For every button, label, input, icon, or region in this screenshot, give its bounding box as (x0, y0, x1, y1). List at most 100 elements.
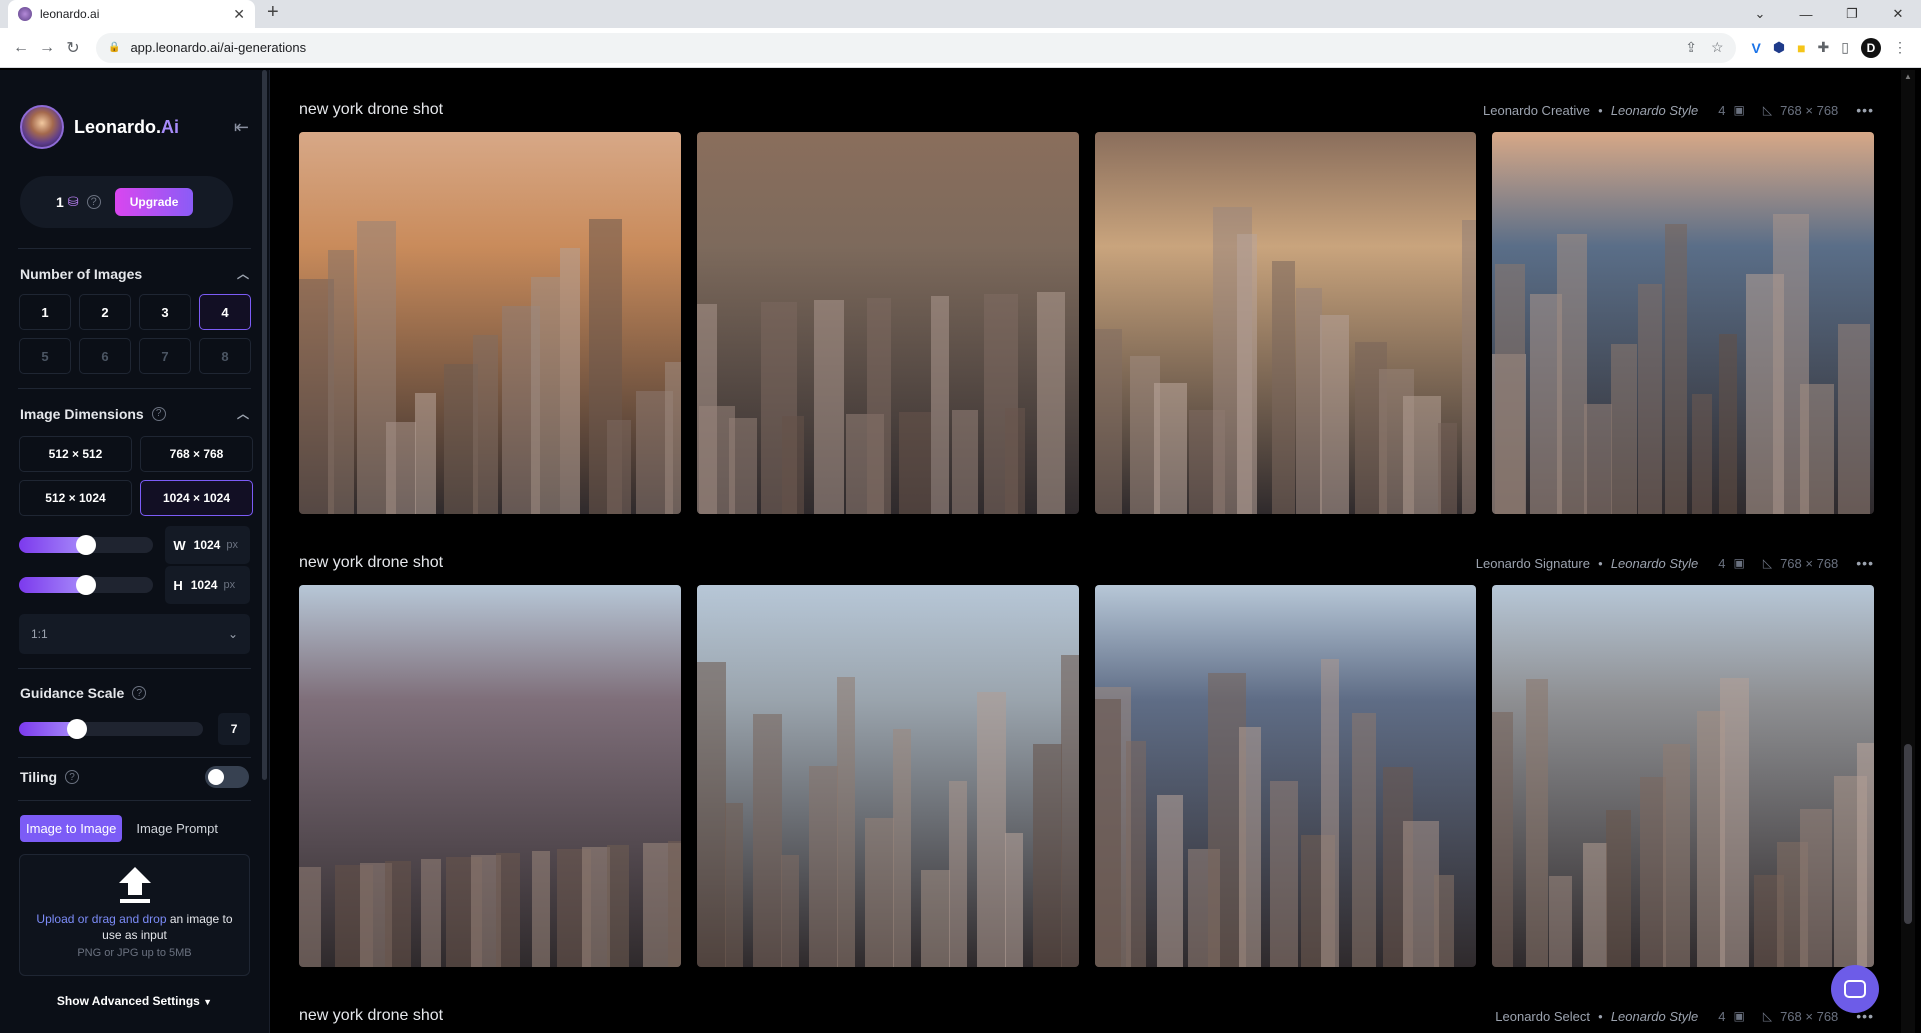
image-count-6[interactable]: 6 (79, 338, 131, 374)
guidance-scale-value[interactable]: 7 (218, 713, 250, 745)
building-shape (1295, 288, 1322, 514)
generated-image[interactable] (1094, 585, 1477, 967)
generated-image[interactable] (299, 132, 681, 514)
browser-menu-icon[interactable]: ⋮ (1893, 39, 1907, 56)
dimension-512x1024[interactable]: 512 × 1024 (19, 480, 132, 516)
lock-icon[interactable]: 🔒 (108, 42, 120, 53)
upgrade-button[interactable]: Upgrade (114, 188, 194, 216)
reload-icon[interactable]: ↻ (60, 38, 86, 58)
image-count-2[interactable]: 2 (79, 294, 131, 330)
tiling-toggle[interactable] (205, 766, 249, 788)
generated-images-row (299, 585, 1874, 967)
building-shape (421, 859, 441, 967)
guidance-scale-slider[interactable] (19, 719, 204, 739)
building-shape (1060, 655, 1079, 967)
scrollbar-thumb[interactable] (1904, 744, 1912, 924)
width-value: 1024 (193, 538, 221, 552)
building-shape (668, 841, 681, 967)
close-window-icon[interactable]: ✕ (1875, 6, 1921, 22)
number-of-images-header[interactable]: Number of Images ︿ (0, 265, 269, 282)
width-input[interactable]: W 1024 px (165, 526, 250, 564)
share-icon[interactable]: ⇪ (1685, 39, 1697, 56)
extension-v-icon[interactable]: V (1752, 40, 1761, 56)
chevron-up-icon[interactable]: ︿ (237, 405, 249, 422)
image-count-1[interactable]: 1 (19, 294, 71, 330)
image-upload-dropzone[interactable]: Upload or drag and drop an image to use … (19, 854, 250, 976)
show-advanced-settings-button[interactable]: Show Advanced Settings ▼ (0, 994, 269, 1008)
upload-link[interactable]: Upload or drag and drop (36, 912, 166, 926)
bookmark-star-icon[interactable]: ☆ (1711, 39, 1724, 56)
scroll-up-icon[interactable]: ▲ (1904, 72, 1912, 81)
logo-row: Leonardo.Ai ⇤ (0, 70, 269, 150)
dimension-768x768[interactable]: 768 × 768 (140, 436, 253, 472)
address-bar[interactable]: 🔒 app.leonardo.ai/ai-generations ⇪ ☆ (96, 32, 1736, 63)
generated-image[interactable] (1094, 132, 1477, 514)
slider-thumb[interactable] (75, 575, 96, 595)
height-input[interactable]: H 1024 px (165, 566, 250, 604)
advanced-label: Show Advanced Settings (56, 994, 200, 1008)
slider-thumb[interactable] (67, 719, 87, 739)
generation-prompt[interactable]: new york drone shot (299, 1007, 443, 1025)
building-shape (780, 855, 799, 967)
main-scrollbar[interactable]: ▲ (1901, 70, 1915, 1033)
generation-dimensions: 768 × 768 (1780, 1008, 1839, 1024)
chevron-down-icon[interactable]: ⌄ (228, 627, 238, 641)
building-shape (385, 861, 411, 967)
building-shape (951, 410, 978, 514)
sidebar-scrollbar[interactable] (262, 70, 267, 780)
extensions-puzzle-icon[interactable]: ✚ (1818, 39, 1830, 56)
more-options-icon[interactable]: ••• (1856, 555, 1874, 571)
upload-instructions: Upload or drag and drop an image to use … (35, 911, 235, 943)
profile-avatar[interactable]: D (1861, 37, 1881, 58)
support-chat-button[interactable] (1831, 965, 1879, 1013)
guidance-scale-header: Guidance Scale ? (0, 685, 269, 701)
generated-image[interactable] (696, 132, 1079, 514)
generated-image[interactable] (1492, 585, 1874, 967)
browser-tab[interactable]: leonardo.ai ✕ (8, 0, 255, 28)
chevron-up-icon[interactable]: ︿ (237, 265, 249, 282)
aspect-ratio-select[interactable]: 1:1 ⌄ (19, 614, 250, 654)
side-panel-icon[interactable]: ▯ (1841, 39, 1849, 56)
tab-image-prompt[interactable]: Image Prompt (136, 821, 218, 836)
back-icon[interactable]: ← (8, 39, 34, 57)
browser-toolbar: ← → ↻ 🔒 app.leonardo.ai/ai-generations ⇪… (0, 28, 1921, 68)
dimension-1024x1024[interactable]: 1024 × 1024 (140, 480, 253, 516)
close-tab-icon[interactable]: ✕ (233, 6, 245, 23)
building-shape (1004, 833, 1023, 967)
logo-text[interactable]: Leonardo.Ai (74, 117, 179, 138)
generation-prompt[interactable]: new york drone shot (299, 101, 443, 119)
generated-image[interactable] (299, 585, 681, 967)
tab-image-to-image[interactable]: Image to Image (20, 815, 123, 842)
more-options-icon[interactable]: ••• (1856, 102, 1874, 118)
image-count-4[interactable]: 4 (199, 294, 251, 330)
style-name: Leonardo Style (1610, 555, 1699, 571)
extension-yellow-icon[interactable]: ■ (1797, 40, 1805, 56)
generation-header: new york drone shot Leonardo Signature ●… (299, 551, 1874, 575)
generated-image[interactable] (696, 585, 1079, 967)
width-slider[interactable] (19, 535, 154, 555)
new-tab-icon[interactable]: + (267, 1, 279, 24)
restore-icon[interactable]: ❐ (1829, 6, 1875, 22)
image-count-5[interactable]: 5 (19, 338, 71, 374)
image-count-8[interactable]: 8 (199, 338, 251, 374)
help-icon[interactable]: ? (132, 686, 147, 700)
image-count-7[interactable]: 7 (139, 338, 191, 374)
collapse-sidebar-icon[interactable]: ⇤ (234, 117, 249, 138)
image-dimensions-header[interactable]: Image Dimensions ? ︿ (0, 405, 269, 422)
height-slider[interactable] (19, 575, 154, 595)
generation-prompt[interactable]: new york drone shot (299, 554, 443, 572)
tab-search-icon[interactable]: ⌄ (1737, 6, 1783, 22)
image-count-3[interactable]: 3 (139, 294, 191, 330)
divider (18, 757, 251, 758)
generation-header: new york drone shot Leonardo Creative ● … (299, 98, 1874, 122)
help-icon[interactable]: ? (151, 406, 166, 421)
help-icon[interactable]: ? (86, 195, 101, 209)
forward-icon[interactable]: → (34, 39, 60, 57)
generated-image[interactable] (1492, 132, 1874, 514)
extension-shield-icon[interactable]: ⬢ (1773, 39, 1785, 56)
minimize-icon[interactable]: — (1783, 7, 1829, 22)
dimension-512x512[interactable]: 512 × 512 (19, 436, 132, 472)
slider-thumb[interactable] (75, 535, 96, 555)
help-icon[interactable]: ? (65, 770, 80, 784)
leonardo-logo-icon[interactable] (20, 105, 64, 149)
